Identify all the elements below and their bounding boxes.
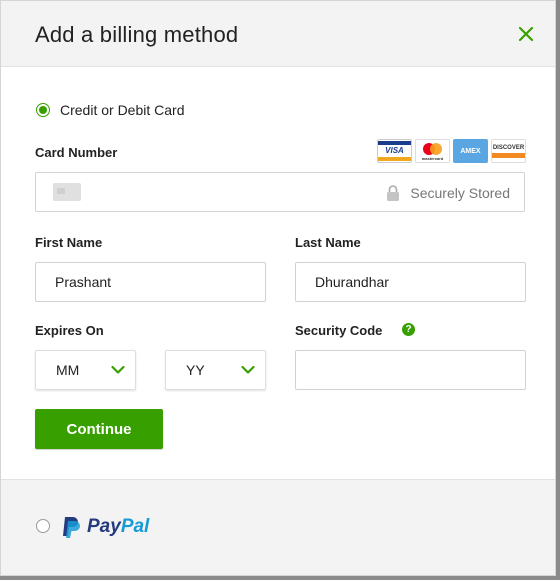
paypal-p-icon [63,517,80,538]
card-logos: VISA mastercard AMEX DISCOVER [377,139,526,163]
credit-card-radio[interactable] [36,103,50,117]
amex-logo-icon: AMEX [453,139,488,163]
card-number-label: Card Number [35,145,118,160]
last-name-label: Last Name [295,235,361,250]
last-name-input[interactable]: Dhurandhar [295,262,526,302]
help-icon[interactable]: ? [402,323,415,336]
credit-card-option-label: Credit or Debit Card [60,102,185,118]
card-placeholder-icon [53,183,81,201]
chevron-down-icon [241,365,255,374]
discover-logo-icon: DISCOVER [491,139,526,163]
continue-button[interactable]: Continue [35,409,163,449]
billing-modal: Add a billing method Credit or Debit Car… [0,0,556,576]
close-icon[interactable] [517,25,535,43]
expiry-year-select[interactable]: YY [165,350,266,390]
security-code-label: Security Code [295,323,383,338]
expiry-month-select[interactable]: MM [35,350,136,390]
modal-header: Add a billing method [1,1,555,67]
modal-title: Add a billing method [35,22,239,47]
first-name-label: First Name [35,235,103,250]
chevron-down-icon [111,365,125,374]
card-number-input[interactable]: Securely Stored [35,172,525,212]
paypal-radio[interactable] [36,519,50,533]
securely-stored-label: Securely Stored [410,185,510,201]
visa-logo-icon: VISA [377,139,412,163]
first-name-input[interactable]: Prashant [35,262,266,302]
paypal-word-pay: Pay [87,516,121,537]
securely-stored: Securely Stored [386,184,510,202]
paypal-logo[interactable]: PayPal [61,515,149,539]
mastercard-logo-icon: mastercard [415,139,450,163]
paypal-word-pal: Pal [120,516,150,537]
svg-text:mastercard: mastercard [422,156,444,161]
expires-on-label: Expires On [35,323,104,338]
lock-icon [387,185,400,201]
security-code-input[interactable] [295,350,526,390]
